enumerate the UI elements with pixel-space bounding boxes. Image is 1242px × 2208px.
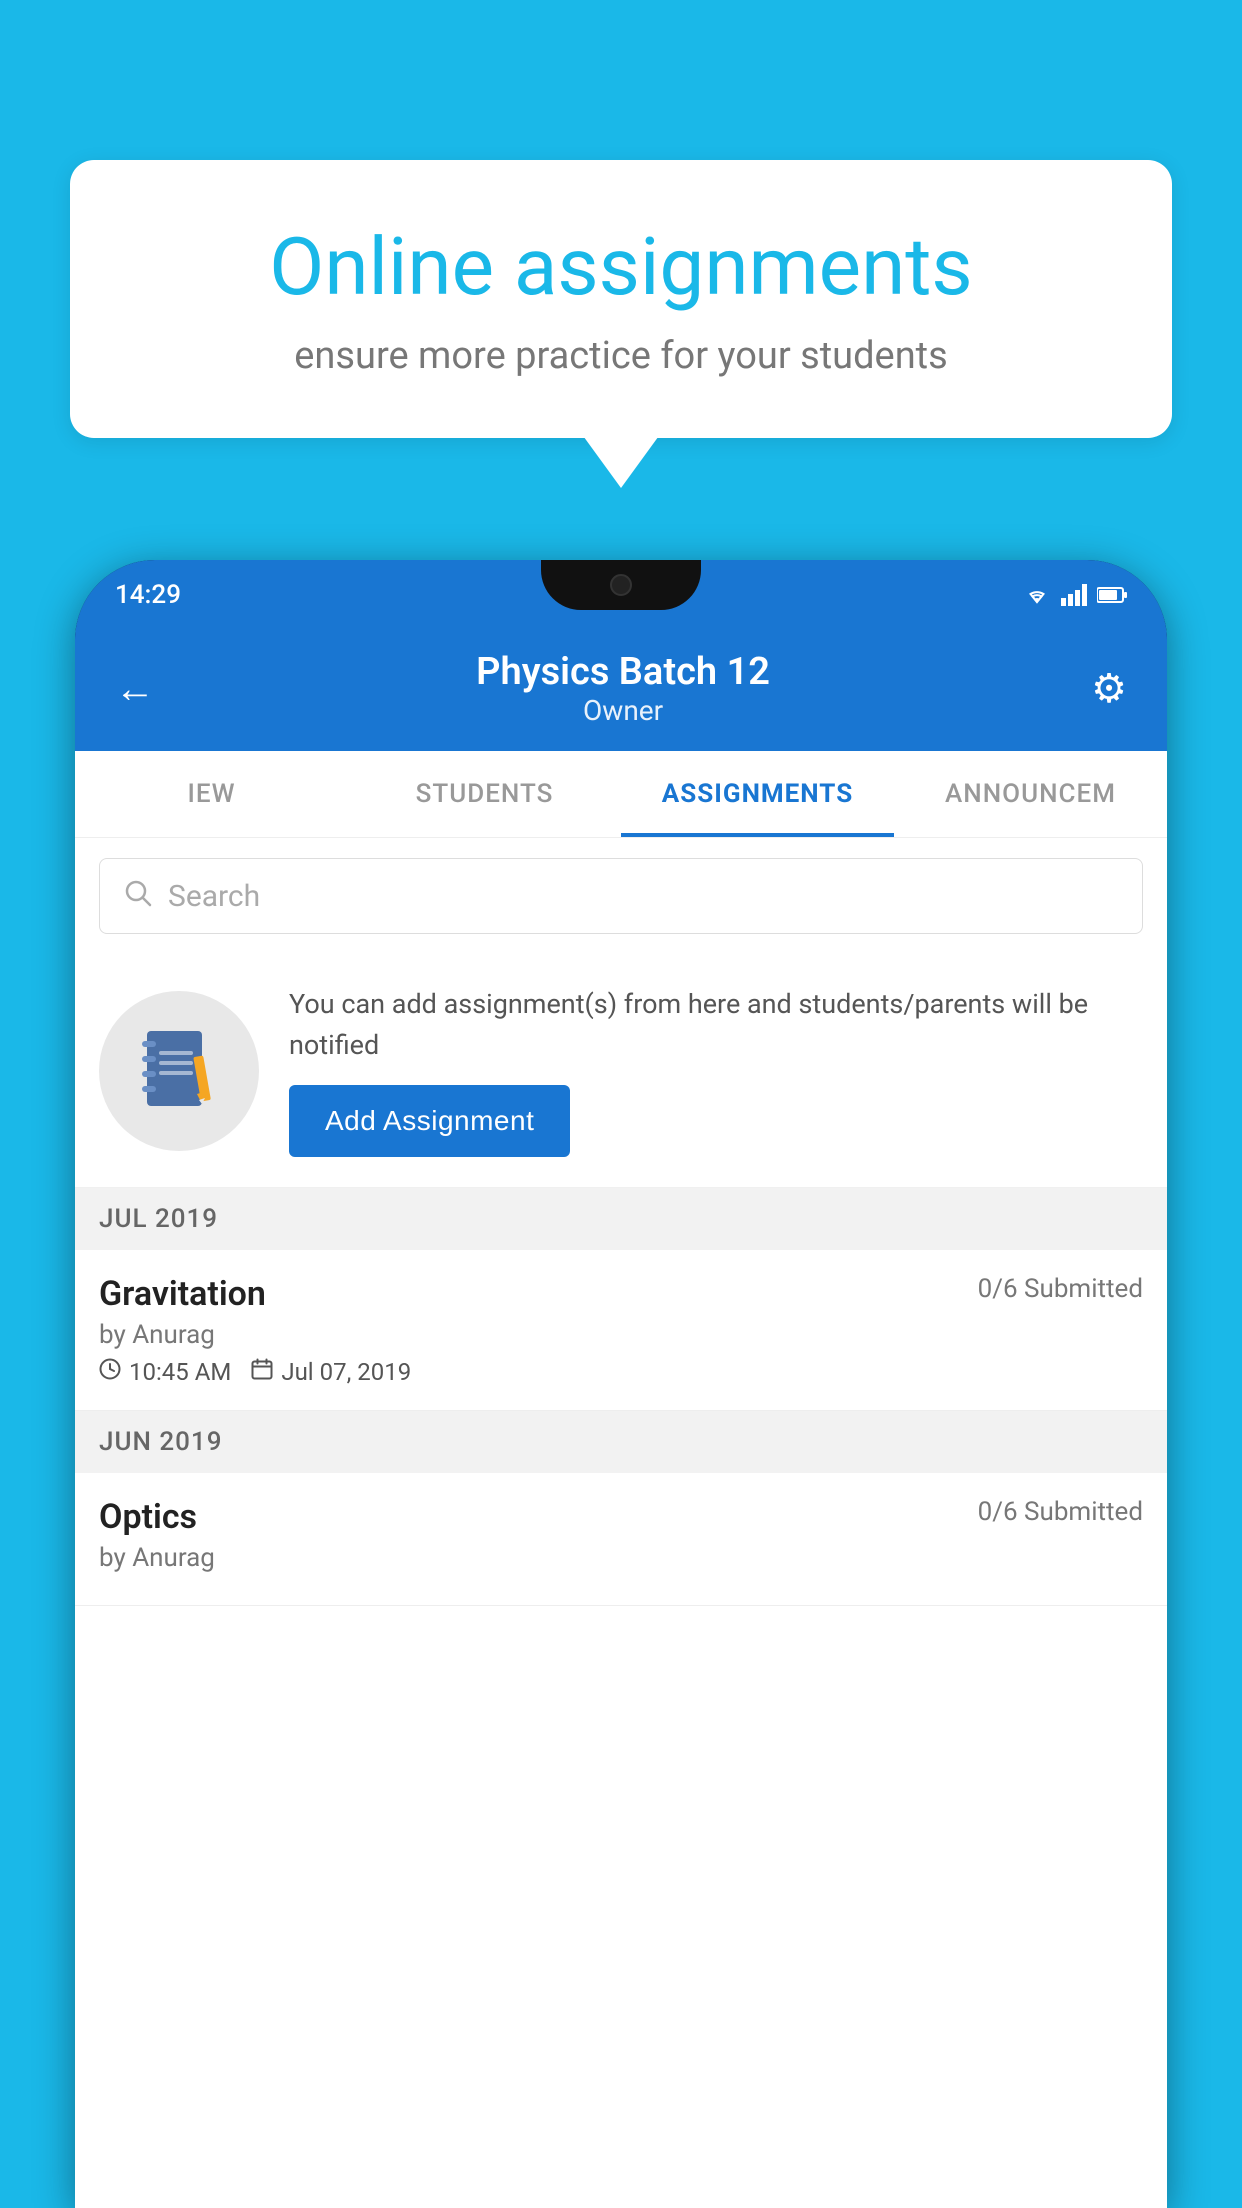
battery-icon [1097, 586, 1127, 604]
assignment-item-gravitation[interactable]: Gravitation 0/6 Submitted by Anurag 10:4… [75, 1250, 1167, 1411]
speech-bubble: Online assignments ensure more practice … [70, 160, 1172, 438]
tab-iew[interactable]: IEW [75, 751, 348, 837]
add-assignment-text-area: You can add assignment(s) from here and … [289, 984, 1143, 1157]
section-header-jun2019: JUN 2019 [75, 1411, 1167, 1473]
assignment-submitted-gravitation: 0/6 Submitted [978, 1274, 1143, 1304]
search-bar[interactable]: Search [99, 858, 1143, 934]
tab-announcements[interactable]: ANNOUNCEM [894, 751, 1167, 837]
status-time: 14:29 [115, 580, 181, 610]
settings-button[interactable]: ⚙ [1091, 665, 1127, 712]
status-icons [1023, 584, 1127, 606]
assignment-author-optics: by Anurag [99, 1543, 1143, 1573]
assignment-item-row1: Gravitation 0/6 Submitted [99, 1274, 1143, 1314]
assignment-meta-gravitation: 10:45 AM Jul 07, 2019 [99, 1358, 1143, 1386]
assignment-author-gravitation: by Anurag [99, 1320, 1143, 1350]
assignment-icon-circle [99, 991, 259, 1151]
assignment-date-gravitation: Jul 07, 2019 [251, 1358, 411, 1386]
assignment-name-optics: Optics [99, 1497, 197, 1537]
assignment-submitted-optics: 0/6 Submitted [978, 1497, 1143, 1527]
add-assignment-button[interactable]: Add Assignment [289, 1085, 570, 1157]
app-header: ← Physics Batch 12 Owner ⚙ [75, 630, 1167, 751]
assignment-time-gravitation: 10:45 AM [99, 1358, 231, 1386]
tab-students[interactable]: STUDENTS [348, 751, 621, 837]
phone-notch [541, 560, 701, 610]
notebook-icon [139, 1026, 219, 1116]
header-title: Physics Batch 12 [476, 650, 770, 694]
wifi-icon [1023, 584, 1051, 606]
section-header-jul2019: JUL 2019 [75, 1188, 1167, 1250]
add-assignment-promo: You can add assignment(s) from here and … [75, 954, 1167, 1188]
search-input-placeholder: Search [168, 879, 260, 914]
assignment-name-gravitation: Gravitation [99, 1274, 266, 1314]
speech-bubble-subtitle: ensure more practice for your students [150, 334, 1092, 378]
speech-bubble-container: Online assignments ensure more practice … [70, 160, 1172, 438]
assignment-item-optics[interactable]: Optics 0/6 Submitted by Anurag [75, 1473, 1167, 1606]
assignment-item-row1-optics: Optics 0/6 Submitted [99, 1497, 1143, 1537]
phone-content: Search [75, 838, 1167, 2208]
header-title-area: Physics Batch 12 Owner [476, 650, 770, 727]
assignment-date-text: Jul 07, 2019 [281, 1358, 411, 1386]
search-bar-container: Search [75, 838, 1167, 954]
calendar-icon [251, 1358, 273, 1386]
phone-frame: 14:29 ← Phys [75, 560, 1167, 2208]
front-camera [610, 574, 632, 596]
signal-icon [1061, 584, 1087, 606]
speech-bubble-title: Online assignments [150, 220, 1092, 314]
tabs-bar: IEW STUDENTS ASSIGNMENTS ANNOUNCEM [75, 751, 1167, 838]
assignment-time-text: 10:45 AM [129, 1358, 231, 1386]
clock-icon [99, 1358, 121, 1386]
back-button[interactable]: ← [115, 665, 155, 712]
search-icon [124, 877, 152, 915]
header-subtitle: Owner [476, 694, 770, 727]
add-assignment-description: You can add assignment(s) from here and … [289, 984, 1143, 1065]
status-bar: 14:29 [75, 560, 1167, 630]
tab-assignments[interactable]: ASSIGNMENTS [621, 751, 894, 837]
